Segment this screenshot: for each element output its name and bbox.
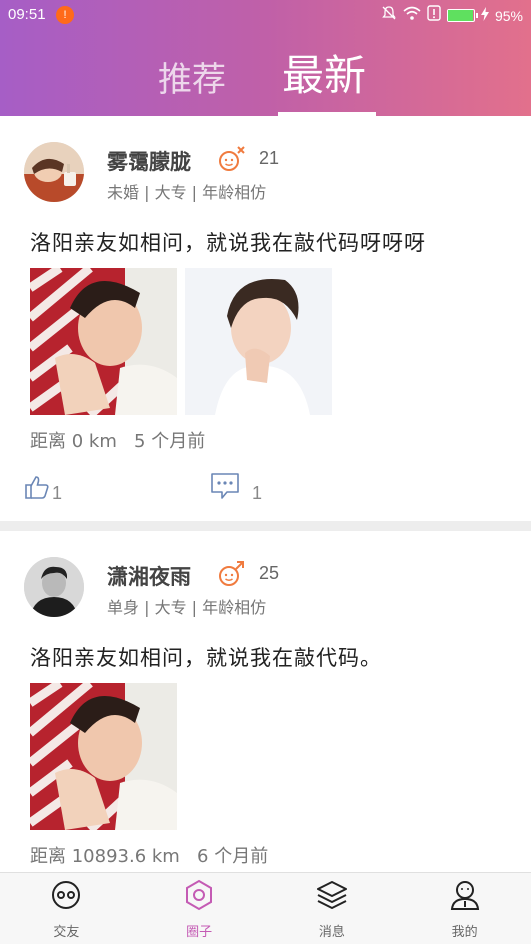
- tab-recommended[interactable]: 推荐: [158, 52, 226, 101]
- age: 21: [259, 148, 280, 168]
- layers-icon: [315, 879, 349, 915]
- post-text: 洛阳亲友如相问，就说我在敲代码。: [30, 646, 382, 670]
- nav-label: 交友: [53, 925, 80, 940]
- distance: 距离 10893.6 km: [30, 846, 180, 867]
- charging-icon: [480, 6, 489, 26]
- nav-item-profile[interactable]: 我的: [398, 873, 531, 944]
- user-meta: 单身 | 大专 | 年龄相仿: [107, 598, 267, 617]
- battery-icon: [446, 9, 478, 22]
- wifi-icon: [403, 5, 421, 26]
- status-icons: 95%: [381, 5, 523, 26]
- comment-icon: [210, 472, 240, 504]
- post-photo[interactable]: [30, 683, 177, 830]
- post-photo[interactable]: [185, 268, 332, 415]
- bell-muted-icon: [381, 5, 397, 26]
- post-card[interactable]: 潇湘夜雨 25 单身 | 大专 | 年龄相仿 洛阳亲友如相问，就说我在敲代码。 …: [0, 531, 531, 872]
- username[interactable]: 雾霭朦胧: [107, 146, 191, 176]
- feed-tabs: 推荐 最新: [0, 40, 531, 116]
- circle-hexagon-icon: [183, 879, 215, 915]
- like-count: 1: [52, 483, 63, 503]
- time-ago: 6 个月前: [197, 846, 269, 867]
- username[interactable]: 潇湘夜雨: [107, 561, 191, 591]
- age: 25: [259, 563, 280, 583]
- profile-icon: [449, 879, 481, 915]
- nav-label: 消息: [318, 925, 345, 940]
- alert-icon: [427, 5, 441, 26]
- nav-item-circle[interactable]: 圈子: [133, 873, 266, 944]
- distance-time: 距离 10893.6 km 6 个月前: [30, 842, 268, 868]
- friends-icon: [50, 879, 82, 915]
- user-meta: 未婚 | 大专 | 年龄相仿: [107, 183, 267, 202]
- warning-icon: !: [56, 6, 74, 24]
- app-header: 09:51 ! 95% 推荐 最新: [0, 0, 531, 116]
- thumbs-up-icon: [24, 474, 50, 504]
- post-text: 洛阳亲友如相问，就说我在敲代码呀呀呀: [30, 231, 426, 255]
- tab-latest[interactable]: 最新: [282, 42, 366, 103]
- comment-button[interactable]: 1: [210, 472, 262, 504]
- nav-item-messages[interactable]: 消息: [266, 873, 399, 944]
- like-button[interactable]: 1: [24, 474, 62, 504]
- status-bar: 09:51 ! 95%: [0, 0, 531, 30]
- bottom-nav: 交友 圈子 消息 我的: [0, 872, 531, 944]
- male-symbol-icon: [216, 559, 246, 589]
- male-symbol-icon: [216, 144, 246, 174]
- battery-percent: 95%: [494, 7, 523, 24]
- status-time: 09:51: [8, 6, 46, 23]
- distance-time: 距离 0 km 5 个月前: [30, 427, 205, 453]
- avatar[interactable]: [24, 142, 84, 202]
- nav-label: 我的: [451, 925, 478, 940]
- distance: 距离 0 km: [30, 431, 117, 452]
- avatar[interactable]: [24, 557, 84, 617]
- post-photo[interactable]: [30, 268, 177, 415]
- post-feed[interactable]: 雾霭朦胧 21 未婚 | 大专 | 年龄相仿 洛阳亲友如相问，就说我在敲代码呀呀…: [0, 116, 531, 872]
- nav-label: 圈子: [186, 925, 213, 940]
- time-ago: 5 个月前: [134, 431, 206, 452]
- post-card[interactable]: 雾霭朦胧 21 未婚 | 大专 | 年龄相仿 洛阳亲友如相问，就说我在敲代码呀呀…: [0, 116, 531, 521]
- nav-item-friends[interactable]: 交友: [0, 873, 133, 944]
- comment-count: 1: [252, 483, 263, 503]
